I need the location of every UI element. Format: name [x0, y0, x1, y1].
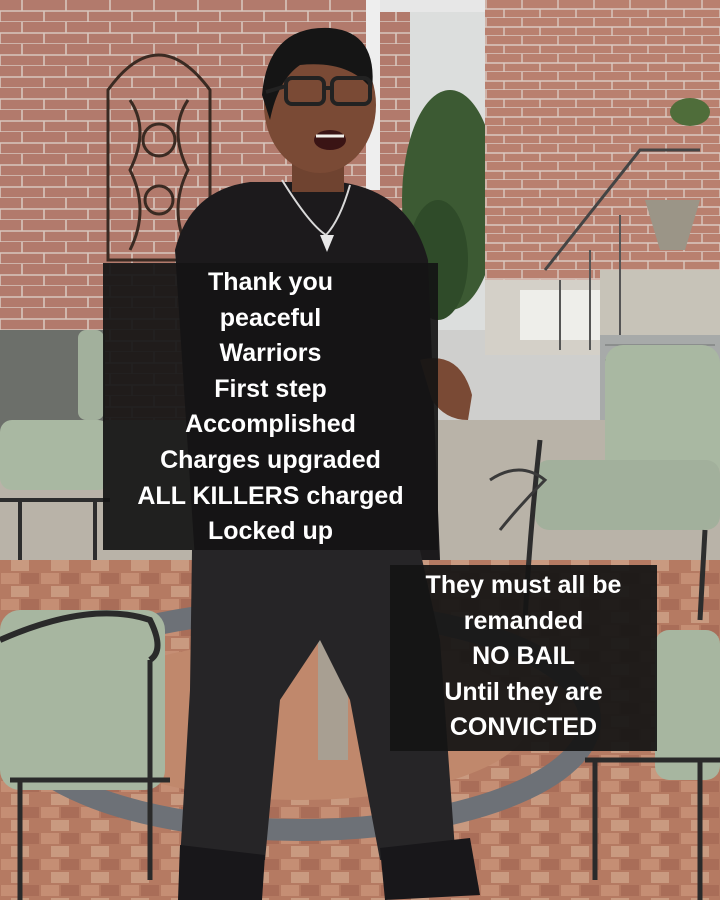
- caption-line: Locked up: [207, 517, 333, 546]
- caption-line: Accomplished: [185, 410, 356, 439]
- caption-box-secondary: They must all be remanded NO BAIL Until …: [390, 565, 657, 751]
- caption-line: They must all be: [425, 571, 622, 599]
- caption-line: remanded: [463, 606, 584, 635]
- caption-line: ALL KILLERS charged: [137, 481, 404, 510]
- caption-line: Thank you: [207, 268, 333, 296]
- caption-line: Charges upgraded: [160, 445, 381, 474]
- caption-line: NO BAIL: [472, 642, 575, 671]
- caption-line: CONVICTED: [449, 713, 598, 742]
- caption-box-primary: Thank you peaceful Warriors First step A…: [103, 263, 438, 550]
- caption-line: First step: [214, 374, 327, 403]
- caption-line: peaceful: [219, 303, 322, 332]
- caption-line: Warriors: [219, 339, 322, 368]
- caption-line: Until they are: [444, 677, 603, 706]
